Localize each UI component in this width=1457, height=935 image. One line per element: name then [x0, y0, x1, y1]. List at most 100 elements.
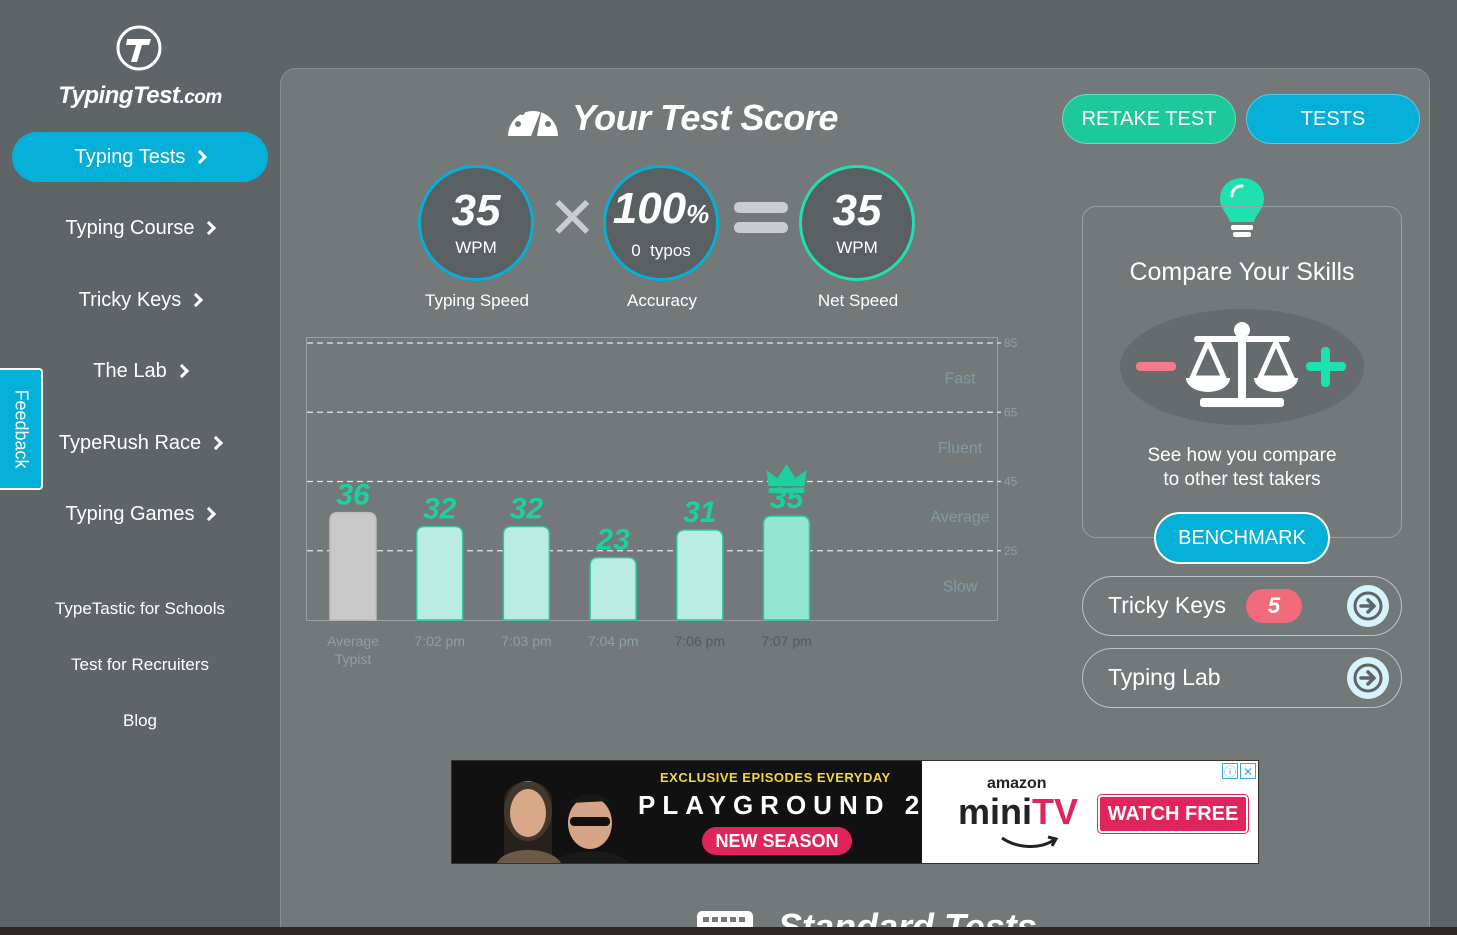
typing-lab-label: Typing Lab — [1108, 664, 1221, 690]
nav-label: Typing Course — [65, 216, 195, 239]
tricky-keys-link[interactable]: Tricky Keys 5 — [1082, 576, 1402, 636]
band-label: Fluent — [938, 440, 983, 457]
y-tick-label: 45 — [1004, 475, 1018, 489]
typos-count: 0 — [631, 240, 641, 260]
nav-label: Tricky Keys — [78, 288, 182, 311]
y-tick-label: 25 — [1004, 544, 1018, 558]
crown-icon — [766, 464, 807, 487]
band-label: Slow — [943, 578, 978, 595]
chart-bar — [676, 529, 724, 621]
logo-wordmark[interactable]: TypingTest.com — [0, 82, 280, 110]
chart-bar — [589, 556, 637, 621]
chevron-right-icon — [174, 363, 189, 379]
bar-value-label: 32 — [510, 493, 544, 526]
nav-label: Typing Games — [65, 502, 195, 525]
nav-typerush-race[interactable]: TypeRush Race — [12, 418, 268, 468]
ad-minitv-logo: miniTV — [958, 791, 1079, 832]
crown-base — [768, 488, 805, 494]
bar-value-label: 23 — [595, 524, 630, 557]
ad-watch-free-button[interactable]: WATCH FREE — [1097, 794, 1249, 834]
ad-season-badge: NEW SEASON — [702, 827, 852, 855]
nav-typing-course[interactable]: Typing Course — [12, 203, 268, 253]
accuracy-percent: % — [686, 198, 710, 229]
band-label: Fast — [944, 371, 976, 388]
arrow-right-icon[interactable] — [1347, 657, 1389, 699]
bottom-bar — [0, 927, 1457, 935]
typing-speed-unit: WPM — [455, 238, 497, 257]
ad-banner[interactable]: EXCLUSIVE EPISODES EVERYDAY PLAYGROUND 2… — [451, 760, 1259, 864]
nav-label: Typing Tests — [74, 145, 186, 168]
ad-close-icon[interactable]: ✕ — [1240, 763, 1256, 779]
x-tick-label: 7:06 pm — [675, 633, 726, 649]
tricky-keys-label: Tricky Keys — [1108, 592, 1226, 618]
chart-bar — [762, 515, 811, 621]
balance-scale-icon — [1136, 322, 1346, 407]
feedback-tab[interactable]: Feedback — [0, 368, 43, 490]
link-blog[interactable]: Blog — [0, 711, 280, 731]
tricky-keys-count-badge: 5 — [1246, 589, 1302, 623]
typing-speed-circle: 35 WPM — [418, 165, 534, 281]
typos-label: typos — [650, 240, 691, 260]
compare-description: See how you compare to other test takers — [1082, 444, 1402, 492]
speedometer-icon — [508, 104, 558, 136]
ad-portraits-image — [497, 781, 629, 863]
link-typetastic-schools[interactable]: TypeTastic for Schools — [0, 599, 280, 619]
wpm-history-chart: 85 65 45 25 Fast Fluent Average Slow 36 Average Ty… — [307, 336, 1018, 667]
equals-icon — [734, 202, 788, 233]
bar-value-label: 35 — [770, 482, 805, 515]
minus-icon — [1136, 362, 1176, 371]
multiply-icon: ✕ — [548, 186, 597, 251]
x-tick-label: 7:07 pm — [761, 633, 812, 649]
x-tick-label: 7:04 pm — [588, 633, 639, 649]
ad-controls: ⓘ ✕ — [1222, 763, 1256, 779]
nav-tricky-keys[interactable]: Tricky Keys — [12, 275, 268, 325]
ad-tagline: EXCLUSIVE EPISODES EVERYDAY — [660, 770, 891, 785]
typing-lab-link[interactable]: Typing Lab — [1082, 648, 1402, 708]
nav-the-lab[interactable]: The Lab — [12, 346, 268, 396]
typing-speed-caption: Typing Speed — [425, 291, 529, 310]
y-tick-label: 65 — [1004, 405, 1018, 419]
typingtest-logo-icon[interactable] — [115, 24, 163, 72]
arrow-right-icon[interactable] — [1347, 585, 1389, 627]
nav-label: TypeRush Race — [58, 431, 202, 454]
link-test-recruiters[interactable]: Test for Recruiters — [0, 655, 280, 675]
accuracy-value: 100 — [612, 183, 687, 233]
compare-text-line2: to other test takers — [1163, 469, 1321, 490]
chart-bar — [415, 525, 464, 621]
retake-test-button[interactable]: RETAKE TEST — [1062, 94, 1236, 144]
x-tick-label: 7:02 pm — [414, 633, 465, 649]
amazon-smile-icon — [1001, 835, 1059, 848]
compare-text-line1: See how you compare — [1147, 445, 1337, 466]
ad-show-title: PLAYGROUND 2 — [638, 790, 927, 820]
title-text: Your Test Score — [572, 97, 838, 138]
net-speed-value: 35 — [832, 186, 882, 235]
x-tick-label: Average — [327, 633, 379, 649]
bar-value-label: 36 — [336, 479, 370, 512]
x-tick-label: 7:03 pm — [501, 633, 552, 649]
bar-value-label: 31 — [683, 496, 716, 529]
typing-speed-value: 35 — [451, 186, 501, 235]
benchmark-button[interactable]: BENCHMARK — [1154, 512, 1330, 564]
chevron-right-icon — [202, 506, 217, 522]
band-label: Average — [930, 509, 989, 526]
chevron-right-icon — [209, 435, 224, 451]
net-speed-circle: 35 WPM — [799, 165, 915, 281]
chart-bar — [502, 525, 551, 621]
accuracy-circle: 100% 0 typos — [603, 165, 719, 281]
tests-button[interactable]: TESTS — [1246, 94, 1420, 144]
chevron-right-icon — [189, 292, 204, 308]
nav-typing-games[interactable]: Typing Games — [12, 489, 268, 539]
ad-info-icon[interactable]: ⓘ — [1222, 763, 1238, 779]
nav-typing-tests[interactable]: Typing Tests — [12, 132, 268, 182]
page-title: Your Test Score — [504, 92, 838, 144]
accuracy-caption: Accuracy — [627, 291, 697, 310]
chevron-right-icon — [202, 220, 217, 236]
nav-label: The Lab — [93, 359, 167, 382]
net-speed-caption: Net Speed — [817, 291, 899, 310]
chevron-right-icon — [193, 149, 208, 165]
compare-title: Compare Your Skills — [1129, 258, 1355, 286]
feedback-label: Feedback — [11, 389, 31, 469]
bar-value-label: 32 — [423, 493, 457, 526]
x-tick-label: Typist — [335, 651, 372, 667]
net-speed-unit: WPM — [836, 238, 878, 257]
